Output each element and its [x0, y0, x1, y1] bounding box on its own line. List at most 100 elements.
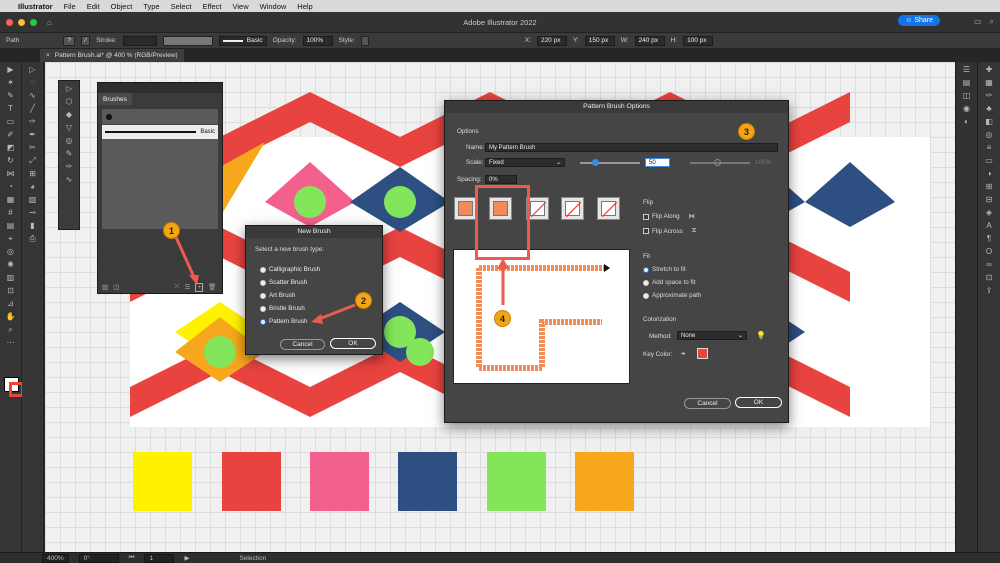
scale-slider-thumb[interactable] — [592, 159, 599, 166]
panel-character-icon[interactable]: A — [982, 221, 996, 230]
panel-stroke-icon[interactable]: ≡ — [982, 143, 996, 152]
menu-effect[interactable]: Effect — [202, 2, 221, 11]
float-orbit-icon[interactable]: ◎ — [62, 136, 76, 145]
w-field[interactable]: 240 px — [634, 35, 665, 46]
radio-art[interactable] — [260, 292, 266, 299]
scale-max-slider-thumb[interactable] — [714, 159, 721, 166]
panel-pathfinder-icon[interactable]: ◈ — [982, 208, 996, 217]
pbo-ok-button[interactable]: OK — [735, 397, 782, 408]
flip-across-checkbox[interactable] — [643, 228, 649, 234]
float-funnel-icon[interactable]: ▽ — [62, 123, 76, 132]
paintbrush-icon[interactable]: ✑ — [26, 117, 40, 126]
perspective-icon[interactable]: ▦ — [4, 195, 18, 204]
method-dropdown[interactable]: None ⌄ — [677, 331, 747, 340]
hand-tool-icon[interactable]: ✋ — [4, 312, 18, 321]
fit-approx-option[interactable]: Approximate path — [643, 292, 701, 299]
next-artboard-icon[interactable]: ▶ — [184, 554, 189, 562]
free-transform-icon[interactable]: ⊞ — [26, 169, 40, 178]
magic-wand-icon[interactable]: ✶ — [4, 78, 18, 87]
gradient-tool-icon[interactable]: ▤ — [4, 221, 18, 230]
panel-appearance-icon[interactable]: ◎ — [982, 130, 996, 139]
delete-brush-icon[interactable]: 🗑 — [208, 283, 216, 291]
column-graph-icon[interactable]: ▮ — [26, 221, 40, 230]
panel-swatches-icon[interactable]: ▦ — [982, 78, 996, 87]
radio-calligraphic[interactable] — [260, 266, 266, 273]
eraser-tool-icon[interactable]: ◩ — [4, 143, 18, 152]
rectangle-tool-icon[interactable]: ▭ — [4, 117, 18, 126]
panel-transform-icon[interactable]: ⊞ — [982, 182, 996, 191]
swatch-orange[interactable] — [575, 452, 634, 511]
direct-selection-icon[interactable]: ▷ — [26, 65, 40, 74]
radio-bristle[interactable] — [260, 305, 266, 312]
symbol-sprayer-icon[interactable]: ✺ — [4, 260, 18, 269]
home-icon[interactable]: ⌂ — [47, 18, 52, 27]
minimize-window-button[interactable] — [18, 18, 25, 26]
artboard-tool-icon[interactable]: ⊡ — [4, 286, 18, 295]
mesh-tool-icon[interactable]: # — [4, 208, 18, 217]
panel-brushes-icon[interactable]: ✑ — [982, 91, 996, 100]
menu-view[interactable]: View — [232, 2, 248, 11]
tips-icon[interactable]: 💡 — [756, 331, 766, 340]
scissors-icon[interactable]: ✂ — [26, 143, 40, 152]
shape-builder-icon[interactable]: ◔ — [4, 182, 18, 191]
brush-name-field[interactable]: My Pattern Brush — [485, 143, 778, 152]
radio-pattern[interactable] — [260, 318, 266, 325]
blend-tool-icon[interactable]: ◎ — [4, 247, 18, 256]
scale-slider-track[interactable] — [580, 162, 640, 164]
fit-add-space-option[interactable]: Add space to fit — [643, 279, 695, 286]
rotate-field[interactable]: 0° — [78, 553, 119, 563]
brush-libraries-icon[interactable]: ▥ — [102, 283, 108, 291]
color-icon[interactable]: ◉ — [960, 104, 974, 113]
layers-icon[interactable]: ▤ — [960, 78, 974, 87]
live-paint-icon[interactable]: ◕ — [26, 182, 40, 191]
menu-type[interactable]: Type — [143, 2, 159, 11]
libraries-icon[interactable]: ◫ — [960, 91, 974, 100]
edit-toolbar-icon[interactable]: ⋯ — [4, 338, 18, 347]
eyedropper-icon[interactable]: ⌖ — [4, 234, 18, 243]
option-bristle[interactable]: Bristle Brush — [260, 305, 305, 312]
menu-window[interactable]: Window — [260, 2, 287, 11]
panel-opentype-icon[interactable]: O — [982, 247, 996, 256]
panel-color-icon[interactable]: ✚ — [982, 65, 996, 74]
pbo-cancel-button[interactable]: Cancel — [684, 398, 731, 409]
close-tab-icon[interactable]: × — [46, 52, 50, 59]
panel-asset-export-icon[interactable]: ⇪ — [982, 286, 996, 295]
spacing-field[interactable]: 0% — [485, 175, 517, 184]
scale-mode-dropdown[interactable]: Fixed ⌄ — [485, 158, 565, 167]
float-curve-icon[interactable]: ∿ — [62, 175, 76, 184]
arrange-documents-icon[interactable]: ▭ — [974, 17, 982, 27]
fit-stretch-option[interactable]: Stretch to fit — [643, 266, 686, 273]
side-tile-button[interactable] — [454, 197, 477, 220]
menu-app[interactable]: Illustrator — [18, 2, 53, 11]
scale-tool-icon[interactable]: ⤢ — [26, 156, 40, 165]
h-field[interactable]: 100 px — [683, 35, 714, 46]
swatch-pink[interactable] — [310, 452, 369, 511]
style-swatch[interactable] — [360, 35, 369, 46]
zoom-tool-icon[interactable]: ⌕ — [4, 325, 18, 334]
brush-round[interactable] — [102, 109, 218, 125]
curvature-icon[interactable]: ∿ — [26, 91, 40, 100]
float-selection-icon[interactable]: ▷ — [62, 84, 76, 93]
pen-tool-icon[interactable]: ✎ — [4, 91, 18, 100]
new-brush-ok-button[interactable]: OK — [330, 338, 376, 349]
scale-value-field[interactable]: 50 — [645, 158, 670, 167]
stroke-weight-field[interactable] — [122, 35, 157, 46]
panel-graphic-styles-icon[interactable]: ◧ — [982, 117, 996, 126]
lasso-icon[interactable]: ◌ — [26, 78, 40, 87]
slice-tool-icon[interactable]: ⊿ — [4, 299, 18, 308]
menu-help[interactable]: Help — [297, 2, 312, 11]
x-field[interactable]: 220 px — [536, 35, 567, 46]
swatch-red[interactable] — [222, 452, 281, 511]
document-tab[interactable]: × Pattern Brush.ai* @ 400 % (RGB/Preview… — [40, 49, 184, 62]
swatch-yellow[interactable] — [133, 452, 192, 511]
new-brush-cancel-button[interactable]: Cancel — [280, 339, 325, 350]
float-pen-icon[interactable]: ✎ — [62, 149, 76, 158]
menu-file[interactable]: File — [64, 2, 76, 11]
option-art[interactable]: Art Brush — [260, 292, 295, 299]
artboard-field[interactable]: 1 — [144, 553, 175, 563]
float-group-icon[interactable]: ⬡ — [62, 97, 76, 106]
properties-icon[interactable]: ☰ — [960, 65, 974, 74]
fill-swatch[interactable]: ? — [63, 35, 75, 46]
line-tool-icon[interactable]: ╱ — [26, 104, 40, 113]
swatch-green[interactable] — [487, 452, 546, 511]
